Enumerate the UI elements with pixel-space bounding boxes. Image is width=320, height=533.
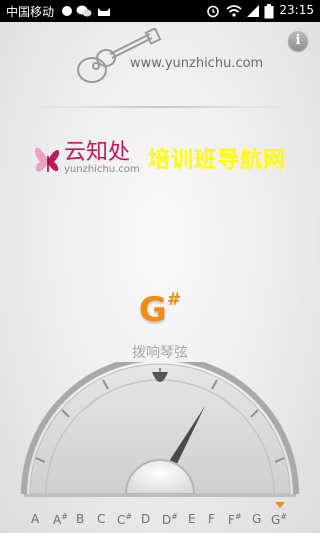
note-d[interactable]: D — [141, 512, 150, 526]
note-f[interactable]: F — [208, 512, 215, 526]
logo: 云知处 yunzhichu.com — [32, 134, 142, 184]
carrier-name: 中国移动 — [6, 5, 55, 19]
website-url: www.yunzhichu.com — [130, 56, 264, 71]
note-a-sharp[interactable]: A# — [53, 512, 68, 527]
cat-icon — [98, 8, 110, 16]
promo-text: 培训班导航网 — [148, 148, 287, 173]
info-button[interactable]: i — [288, 31, 308, 51]
header-divider — [30, 106, 290, 108]
note-c[interactable]: C — [97, 512, 105, 526]
note-g[interactable]: G — [252, 512, 261, 526]
note-selector: A A# B C C# D D# E F F# G G# — [0, 508, 320, 533]
tuner-gauge — [21, 362, 299, 508]
battery-icon — [264, 4, 274, 19]
pluck-hint: 拨响琴弦 — [132, 345, 188, 361]
status-bar: 中国移动 23:15 — [0, 0, 320, 22]
signal-icon — [247, 5, 259, 17]
notification-dots-icon — [62, 6, 72, 16]
wifi-icon — [226, 5, 242, 17]
note-b[interactable]: B — [76, 512, 84, 526]
note-f-sharp[interactable]: F# — [228, 512, 242, 527]
alarm-icon — [207, 5, 219, 18]
logo-name-cn: 云知处 — [64, 140, 131, 165]
note-d-sharp[interactable]: D# — [162, 512, 178, 527]
butterfly-icon — [34, 147, 60, 172]
note-a[interactable]: A — [31, 512, 39, 526]
logo-name-en: yunzhichu.com — [64, 164, 140, 175]
note-g-sharp[interactable]: G# — [271, 512, 287, 527]
status-time: 23:15 — [279, 3, 314, 17]
wechat-icon — [76, 5, 92, 17]
current-note-display: G# — [0, 290, 320, 330]
note-c-sharp[interactable]: C# — [117, 512, 132, 527]
current-note: G — [138, 290, 167, 330]
note-e[interactable]: E — [188, 512, 196, 526]
current-note-sharp: # — [166, 290, 182, 310]
